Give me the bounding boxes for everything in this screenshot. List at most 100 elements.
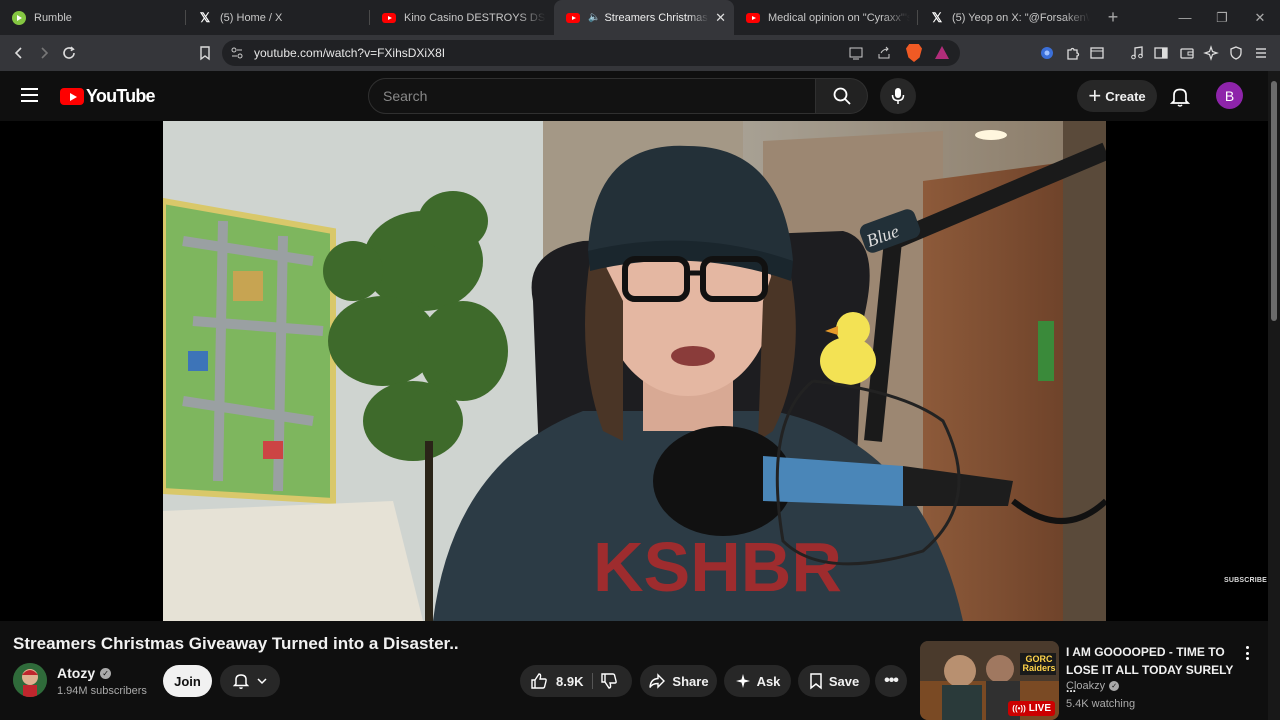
tab-search-icon[interactable] — [1085, 35, 1109, 71]
save-button[interactable]: Save — [798, 665, 870, 697]
dislike-button[interactable] — [600, 672, 618, 693]
join-button[interactable]: Join — [163, 665, 212, 697]
tab-yeop-on-x[interactable]: 𝕏 (5) Yeop on X: "@ForsakenWan — [918, 0, 1098, 35]
sparkle-icon — [735, 674, 750, 688]
account-avatar[interactable]: B — [1216, 82, 1243, 109]
subscriber-count: 1.94M subscribers — [57, 685, 147, 697]
create-button[interactable]: + Create — [1077, 80, 1157, 112]
recommendation-channel-row: Cloakzy ✓ — [1066, 680, 1120, 692]
save-bookmark-icon — [810, 673, 822, 690]
live-broadcast-icon: ((•)) — [1012, 704, 1026, 713]
x-icon: 𝕏 — [931, 9, 943, 25]
new-tab-button[interactable]: + — [1098, 0, 1128, 35]
extension-icon[interactable] — [1035, 35, 1059, 71]
vpn-icon[interactable] — [1224, 35, 1248, 71]
back-arrow-icon — [14, 47, 22, 59]
ask-label: Ask — [756, 673, 781, 689]
recommendation-thumbnail[interactable]: GORC Raiders ((•)) LIVE — [920, 641, 1059, 720]
maximize-button[interactable]: ❐ — [1203, 0, 1241, 35]
recommendation-title-line: I AM GOOOOPED - TIME TO — [1066, 645, 1225, 659]
tab-label: (5) Home / X — [220, 11, 283, 24]
tab-x-home[interactable]: 𝕏 (5) Home / X — [186, 0, 370, 35]
tab-kino-casino[interactable]: Kino Casino DESTROYS DSP aga — [370, 0, 554, 35]
youtube-icon — [746, 12, 760, 23]
ask-button[interactable]: Ask — [724, 665, 791, 697]
live-badge-label: LIVE — [1028, 703, 1051, 714]
tab-label: Medical opinion on "Cyraxx"'s m — [768, 11, 910, 24]
search-placeholder: Search — [383, 88, 428, 104]
join-label: Join — [174, 673, 201, 689]
minimize-button[interactable]: — — [1166, 0, 1204, 35]
reload-icon — [63, 46, 75, 59]
youtube-logo[interactable]: YouTube — [60, 86, 156, 107]
tab-medical-opinion[interactable]: Medical opinion on "Cyraxx"'s m — [734, 0, 918, 35]
video-title: Streamers Christmas Giveaway Turned into… — [13, 634, 459, 653]
share-arrow-icon — [649, 673, 666, 689]
search-button[interactable] — [816, 78, 868, 114]
browser-menu-icon[interactable] — [1249, 35, 1273, 71]
like-dislike-group: 8.9K — [520, 665, 632, 697]
live-badge: ((•)) LIVE — [1008, 701, 1055, 716]
extensions-puzzle-icon[interactable] — [1061, 35, 1085, 71]
recommendation-channel[interactable]: Cloakzy — [1066, 680, 1105, 692]
youtube-icon — [566, 12, 580, 23]
tab-label: Rumble — [34, 11, 72, 24]
close-tab-icon[interactable]: ✕ — [715, 10, 726, 26]
notifications-bell-icon[interactable] — [1169, 86, 1191, 113]
bell-icon — [233, 674, 249, 689]
browser-tab-bar: Rumble 𝕏 (5) Home / X Kino Casino DESTRO… — [0, 0, 1280, 35]
search-input[interactable]: Search — [368, 78, 816, 114]
share-button[interactable]: Share — [640, 665, 717, 697]
channel-name-row[interactable]: Atozy ✓ — [57, 665, 112, 681]
url-text: youtube.com/watch?v=FXihsDXiX8I — [254, 46, 446, 60]
media-controls-icon[interactable] — [1125, 35, 1149, 71]
tab-streamers-christmas[interactable]: 🔈 Streamers Christmas Give ✕ — [554, 0, 734, 35]
share-label: Share — [672, 673, 709, 689]
sidebar-toggle-icon[interactable] — [1149, 35, 1173, 71]
bookmark-button[interactable] — [190, 35, 220, 71]
tab-label: Streamers Christmas Give — [604, 11, 709, 24]
audio-playing-icon: 🔈 — [588, 12, 601, 23]
like-count: 8.9K — [556, 673, 584, 689]
save-label: Save — [828, 673, 860, 689]
youtube-icon — [382, 12, 396, 23]
page-scrollbar[interactable] — [1268, 71, 1280, 720]
bookmark-icon — [200, 46, 210, 61]
tab-label: (5) Yeop on X: "@ForsakenWan — [952, 11, 1090, 24]
avatar-letter: B — [1224, 87, 1235, 104]
x-icon: 𝕏 — [199, 9, 211, 25]
site-info-icon[interactable] — [230, 46, 244, 65]
video-frame[interactable]: KSHBR Blue — [163, 121, 1106, 621]
close-window-button[interactable]: ✕ — [1241, 0, 1279, 35]
channel-name[interactable]: Atozy — [57, 665, 95, 681]
hamburger-menu-icon[interactable] — [20, 86, 40, 109]
leo-ai-icon[interactable] — [1199, 35, 1223, 71]
plus-icon: + — [1088, 83, 1102, 108]
more-actions-button[interactable]: ••• — [875, 665, 907, 697]
recommendation-watching: 5.4K watching — [1066, 698, 1136, 710]
brave-shields-icon[interactable] — [906, 44, 922, 62]
voice-search-button[interactable] — [880, 78, 916, 114]
channel-avatar[interactable] — [13, 663, 47, 697]
youtube-logo-text: YouTube — [86, 86, 156, 106]
tab-label: Kino Casino DESTROYS DSP aga — [404, 11, 546, 24]
cast-icon[interactable] — [848, 45, 864, 66]
brave-rewards-icon[interactable] — [935, 46, 949, 59]
wallet-icon[interactable] — [1175, 35, 1199, 71]
scrollbar-thumb[interactable] — [1271, 81, 1277, 321]
tab-rumble[interactable]: Rumble — [0, 0, 186, 35]
like-button[interactable]: 8.9K — [520, 665, 592, 697]
subscribe-watermark[interactable]: SUBSCRIBE — [1224, 577, 1267, 584]
address-bar[interactable]: youtube.com/watch?v=FXihsDXiX8I — [222, 40, 960, 66]
svg-text:KSHBR: KSHBR — [593, 528, 842, 606]
rumble-icon — [12, 10, 26, 25]
share-page-icon[interactable] — [876, 45, 892, 66]
video-still-image: KSHBR Blue — [163, 121, 1106, 621]
thumbs-down-icon — [601, 673, 617, 689]
recommendation-more-button[interactable] — [1240, 644, 1254, 662]
subscribed-notifications-button[interactable] — [220, 665, 280, 697]
chevron-down-icon — [257, 678, 267, 685]
search-icon — [833, 87, 851, 105]
reload-button[interactable] — [54, 35, 84, 71]
create-label: Create — [1105, 88, 1146, 104]
